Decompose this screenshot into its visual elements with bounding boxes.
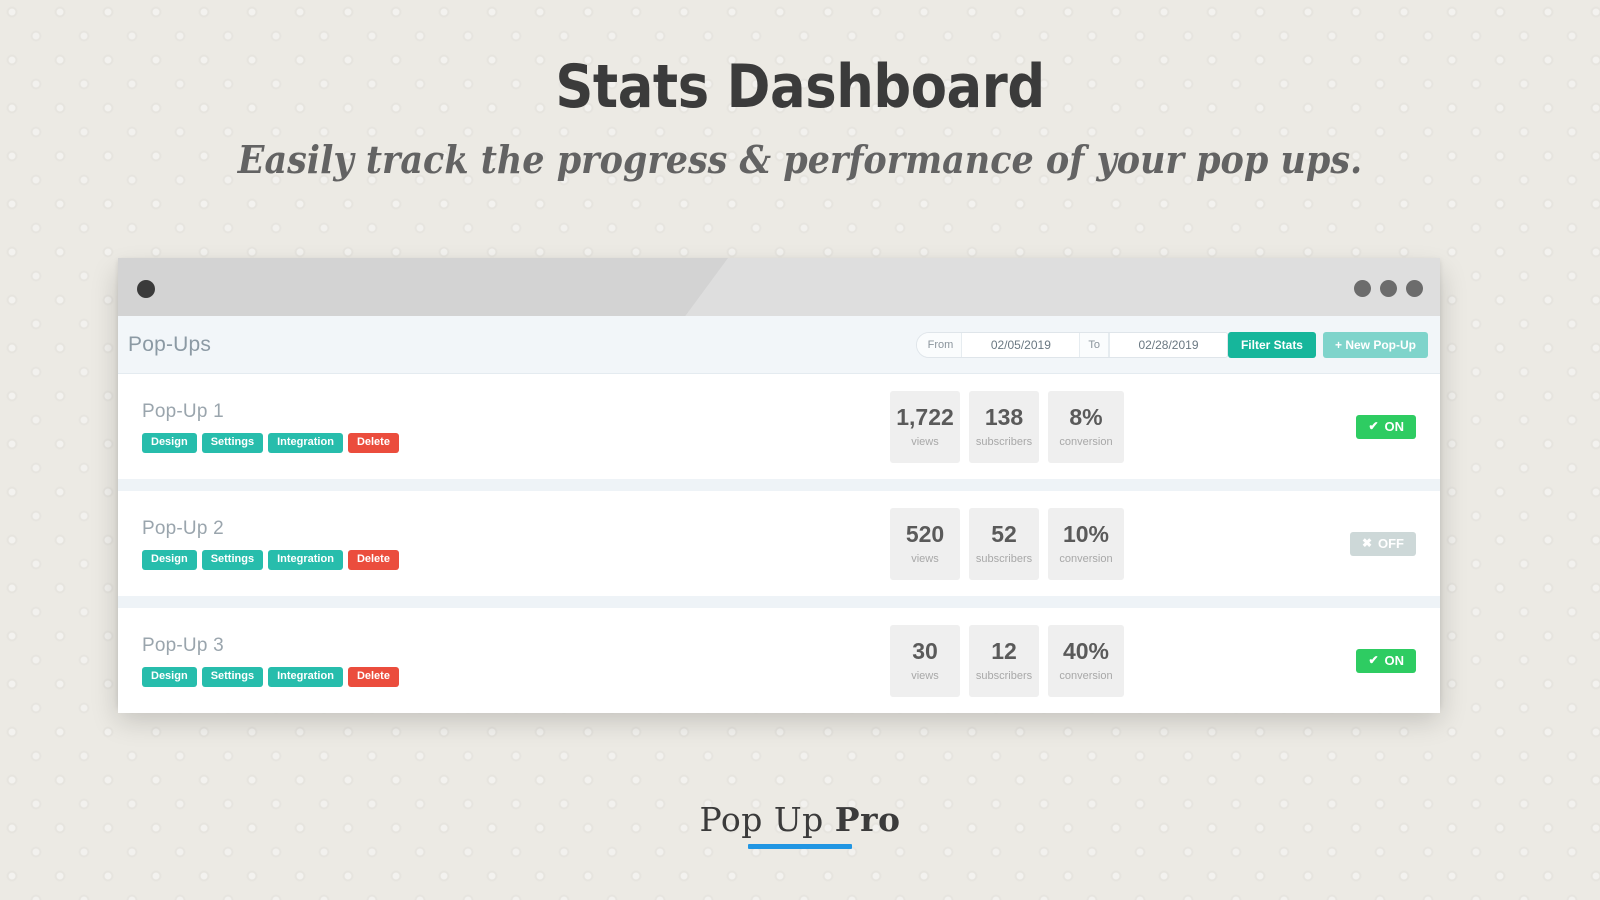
popup-stats: 30 views 12 subscribers 40% conversion <box>890 624 1124 697</box>
brand-name-light: Pop Up <box>699 800 835 839</box>
date-to-input[interactable] <box>1108 332 1227 357</box>
stat-conversion: 40% conversion <box>1048 624 1124 697</box>
popup-status: ✔ ON <box>1206 648 1416 673</box>
table-row: Pop-Up 3 Design Settings Integration Del… <box>118 608 1440 713</box>
status-badge: ON <box>1384 652 1405 668</box>
popup-info: Pop-Up 3 Design Settings Integration Del… <box>142 635 842 687</box>
status-toggle-off[interactable]: ✖ OFF <box>1349 531 1416 556</box>
stat-subscribers: 138 subscribers <box>969 390 1039 463</box>
date-range-group: From To <box>915 331 1228 358</box>
stat-views: 30 views <box>890 624 960 697</box>
window-dot-icon-2[interactable] <box>1380 280 1397 297</box>
design-button[interactable]: Design <box>142 432 197 453</box>
brand-name: Pop Up Pro <box>0 800 1600 839</box>
stat-label: subscribers <box>975 553 1033 566</box>
popup-actions: Design Settings Integration Delete <box>142 666 842 687</box>
new-popup-button[interactable]: + New Pop-Up <box>1322 331 1428 358</box>
stat-value: 10% <box>1062 520 1110 547</box>
filter-stats-button[interactable]: Filter Stats <box>1227 331 1316 358</box>
stat-value: 8% <box>1069 403 1103 430</box>
titlebar-tab-shape <box>118 258 728 316</box>
status-toggle-on[interactable]: ✔ ON <box>1356 414 1416 439</box>
stat-value: 1,722 <box>896 403 954 430</box>
popup-stats: 520 views 52 subscribers 10% conversion <box>890 507 1124 580</box>
stat-conversion: 8% conversion <box>1048 390 1124 463</box>
status-badge: OFF <box>1378 535 1404 551</box>
popup-name: Pop-Up 3 <box>142 634 224 656</box>
settings-button[interactable]: Settings <box>201 549 264 570</box>
design-button[interactable]: Design <box>142 666 197 687</box>
popup-stats: 1,722 views 138 subscribers 8% conversio… <box>890 390 1124 463</box>
close-icon: ✖ <box>1361 536 1372 550</box>
browser-window: Pop-Ups From To Filter Stats + New Pop-U… <box>118 258 1440 713</box>
delete-button[interactable]: Delete <box>347 549 399 570</box>
stat-value: 12 <box>991 637 1017 664</box>
window-dot-icon-1[interactable] <box>1354 280 1371 297</box>
page-section-title: Pop-Ups <box>128 332 212 356</box>
stat-value: 30 <box>912 637 938 664</box>
popup-name: Pop-Up 1 <box>142 400 224 422</box>
integration-button[interactable]: Integration <box>268 432 343 453</box>
app-body: Pop-Ups From To Filter Stats + New Pop-U… <box>118 316 1440 713</box>
delete-button[interactable]: Delete <box>347 666 399 687</box>
page-title: Stats Dashboard <box>555 52 1045 122</box>
stat-label: views <box>911 670 939 683</box>
stat-label: views <box>911 553 939 566</box>
settings-button[interactable]: Settings <box>201 432 264 453</box>
stat-subscribers: 12 subscribers <box>969 624 1039 697</box>
app-toolbar: Pop-Ups From To Filter Stats + New Pop-U… <box>118 316 1440 374</box>
integration-button[interactable]: Integration <box>268 549 343 570</box>
status-badge: ON <box>1384 418 1405 434</box>
stat-label: subscribers <box>975 670 1033 683</box>
popup-name: Pop-Up 2 <box>142 517 224 539</box>
window-menu-dot-icon[interactable] <box>137 280 155 298</box>
check-icon: ✔ <box>1368 653 1379 667</box>
stat-subscribers: 52 subscribers <box>969 507 1039 580</box>
stat-value: 40% <box>1062 637 1110 664</box>
toolbar-controls: From To Filter Stats + New Pop-Up <box>915 331 1428 358</box>
footer-logo: Pop Up Pro <box>0 800 1600 849</box>
popup-status: ✔ ON <box>1206 414 1416 439</box>
status-toggle-on[interactable]: ✔ ON <box>1356 648 1416 673</box>
popup-status: ✖ OFF <box>1206 531 1416 556</box>
page-subtitle: Easily track the progress & performance … <box>237 137 1363 182</box>
popup-actions: Design Settings Integration Delete <box>142 432 842 453</box>
stat-value: 52 <box>991 520 1017 547</box>
popup-info: Pop-Up 1 Design Settings Integration Del… <box>142 401 842 453</box>
check-icon: ✔ <box>1368 419 1379 433</box>
to-label: To <box>1079 332 1109 357</box>
window-dot-icon-3[interactable] <box>1406 280 1423 297</box>
stat-views: 1,722 views <box>890 390 960 463</box>
stat-label: views <box>911 436 939 449</box>
brand-underline <box>748 844 852 849</box>
stat-label: conversion <box>1059 670 1113 683</box>
design-button[interactable]: Design <box>142 549 197 570</box>
popup-list: Pop-Up 1 Design Settings Integration Del… <box>118 374 1440 713</box>
stat-label: conversion <box>1059 436 1113 449</box>
integration-button[interactable]: Integration <box>268 666 343 687</box>
stat-views: 520 views <box>890 507 960 580</box>
table-row: Pop-Up 2 Design Settings Integration Del… <box>118 491 1440 596</box>
settings-button[interactable]: Settings <box>201 666 264 687</box>
page-header: Stats Dashboard Easily track the progres… <box>0 0 1600 181</box>
date-from-input[interactable] <box>961 332 1080 357</box>
stat-label: conversion <box>1059 553 1113 566</box>
stat-value: 138 <box>984 403 1024 430</box>
stat-value: 520 <box>905 520 945 547</box>
table-row: Pop-Up 1 Design Settings Integration Del… <box>118 374 1440 479</box>
popup-info: Pop-Up 2 Design Settings Integration Del… <box>142 518 842 570</box>
window-controls[interactable] <box>1354 280 1423 297</box>
popup-actions: Design Settings Integration Delete <box>142 549 842 570</box>
window-titlebar <box>118 258 1440 316</box>
delete-button[interactable]: Delete <box>347 432 399 453</box>
brand-name-bold: Pro <box>834 800 901 839</box>
from-label: From <box>916 332 962 357</box>
stat-label: subscribers <box>975 436 1033 449</box>
stat-conversion: 10% conversion <box>1048 507 1124 580</box>
